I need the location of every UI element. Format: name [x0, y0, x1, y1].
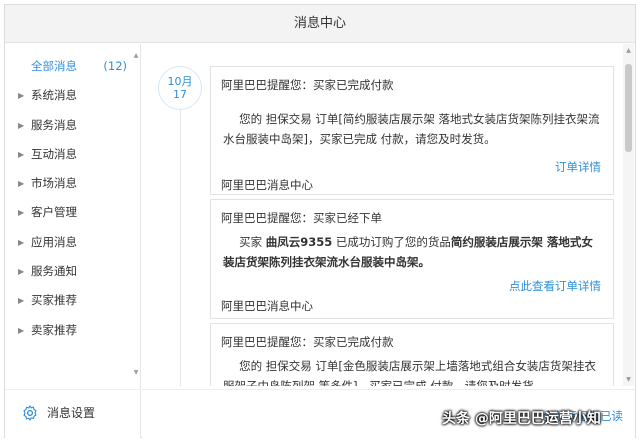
message-body: 您的 担保交易 订单[金色服装店展示架上墙落地式组合女装店货架挂衣服架子中岛陈列… [223, 359, 596, 386]
message-title: 阿里巴巴提醒您：买家已经下单 [221, 211, 382, 225]
chevron-right-icon: ▶ [18, 325, 25, 335]
sidebar-item-label: 服务通知 [31, 264, 77, 279]
buyer-name: 曲凤云9355 [265, 235, 333, 249]
sidebar-item-label: 应用消息 [31, 234, 77, 249]
chevron-right-icon: ▶ [18, 267, 25, 277]
scroll-down-icon[interactable]: ▼ [623, 376, 634, 383]
sidebar-item-label: 服务消息 [31, 117, 77, 132]
message-sender: 阿里巴巴消息中心 [221, 178, 313, 192]
message-title: 阿里巴巴提醒您：买家已完成付款 [221, 78, 394, 92]
sidebar-item-label: 客户管理 [31, 205, 77, 220]
sidebar: 全部消息 (12) ▶ 系统消息 ▶ 服务消息 ▶ 互动消息 ▶ 市场消息 ▶ … [5, 44, 141, 438]
sidebar-item-label: 买家推荐 [31, 293, 77, 308]
chevron-right-icon: ▶ [18, 237, 25, 247]
message-panel: 10月 17 阿里巴巴提醒您：买家已完成付款 您的 担保交易 订单[简约服装店展… [142, 44, 635, 438]
chevron-right-icon: ▶ [18, 91, 25, 101]
sidebar-item-market[interactable]: ▶ 市场消息 [5, 169, 141, 198]
scrollbar-thumb[interactable] [625, 64, 632, 152]
message-center-window: 消息中心 全部消息 (12) ▶ 系统消息 ▶ 服务消息 ▶ 互动消息 ▶ 市场… [4, 4, 636, 438]
message-card: 阿里巴巴提醒您：买家已经下单 买家 曲凤云9355 已成功订购了您的货品简约服装… [210, 199, 614, 319]
sidebar-item-label: 全部消息 [31, 59, 77, 73]
message-list: 10月 17 阿里巴巴提醒您：买家已完成付款 您的 担保交易 订单[简约服装店展… [142, 44, 635, 386]
unread-count-badge: (12) [103, 59, 127, 73]
window-title: 消息中心 [5, 5, 635, 43]
sidebar-item-label: 卖家推荐 [31, 322, 77, 337]
message-settings-label: 消息设置 [47, 406, 96, 420]
sidebar-item-all[interactable]: 全部消息 (12) [5, 52, 141, 81]
sidebar-item-service[interactable]: ▶ 服务消息 [5, 111, 141, 140]
gear-icon [23, 405, 37, 421]
watermark-text: 头条 @阿里巴巴运营小知 [442, 411, 601, 427]
message-card: 阿里巴巴提醒您：买家已完成付款 您的 担保交易 订单[金色服装店展示架上墙落地式… [210, 323, 614, 386]
chevron-right-icon: ▶ [18, 120, 25, 130]
chevron-right-icon: ▶ [18, 179, 25, 189]
sidebar-item-interaction[interactable]: ▶ 互动消息 [5, 140, 141, 169]
sidebar-item-system[interactable]: ▶ 系统消息 [5, 81, 141, 110]
sidebar-scrollbar[interactable]: ▲ ▼ [132, 52, 140, 376]
scroll-up-icon[interactable]: ▲ [132, 52, 140, 59]
sidebar-item-label: 市场消息 [31, 176, 77, 191]
body-mid: 已成功订购了您的货品 [332, 235, 451, 249]
message-title: 阿里巴巴提醒您：买家已完成付款 [221, 335, 394, 349]
sidebar-item-apps[interactable]: ▶ 应用消息 [5, 228, 141, 257]
sidebar-item-label: 互动消息 [31, 146, 77, 161]
timeline-line [180, 110, 181, 386]
chevron-right-icon: ▶ [18, 296, 25, 306]
message-card: 阿里巴巴提醒您：买家已完成付款 您的 担保交易 订单[简约服装店展示架 落地式女… [210, 66, 614, 195]
sidebar-item-customer[interactable]: ▶ 客户管理 [5, 198, 141, 227]
chevron-right-icon: ▶ [18, 149, 25, 159]
date-badge: 10月 17 [158, 66, 202, 110]
sidebar-item-seller-recommend[interactable]: ▶ 卖家推荐 [5, 316, 141, 345]
chevron-right-icon: ▶ [18, 208, 25, 218]
message-sender: 阿里巴巴消息中心 [221, 299, 313, 313]
scroll-up-icon[interactable]: ▲ [623, 47, 634, 54]
sidebar-item-notices[interactable]: ▶ 服务通知 [5, 257, 141, 286]
scroll-down-icon[interactable]: ▼ [132, 369, 140, 376]
body-prefix: 买家 [239, 235, 266, 249]
sidebar-list: 全部消息 (12) ▶ 系统消息 ▶ 服务消息 ▶ 互动消息 ▶ 市场消息 ▶ … [5, 52, 141, 380]
date-day: 17 [173, 88, 187, 101]
order-detail-link[interactable]: 订单详情 [555, 159, 601, 175]
message-scrollbar[interactable]: ▲ ▼ [623, 44, 634, 386]
message-body: 您的 担保交易 订单[简约服装店展示架 落地式女装店货架陈列挂衣架流水台服装中岛… [223, 112, 600, 146]
sidebar-item-label: 系统消息 [31, 88, 77, 103]
date-month: 10月 [167, 75, 193, 88]
message-body: 买家 曲凤云9355 已成功订购了您的货品简约服装店展示架 落地式女装店货架陈列… [223, 232, 603, 272]
message-settings-button[interactable]: 消息设置 [5, 389, 141, 437]
sidebar-item-buyer-recommend[interactable]: ▶ 买家推荐 [5, 286, 141, 315]
view-order-detail-link[interactable]: 点此查看订单详情 [509, 278, 601, 294]
